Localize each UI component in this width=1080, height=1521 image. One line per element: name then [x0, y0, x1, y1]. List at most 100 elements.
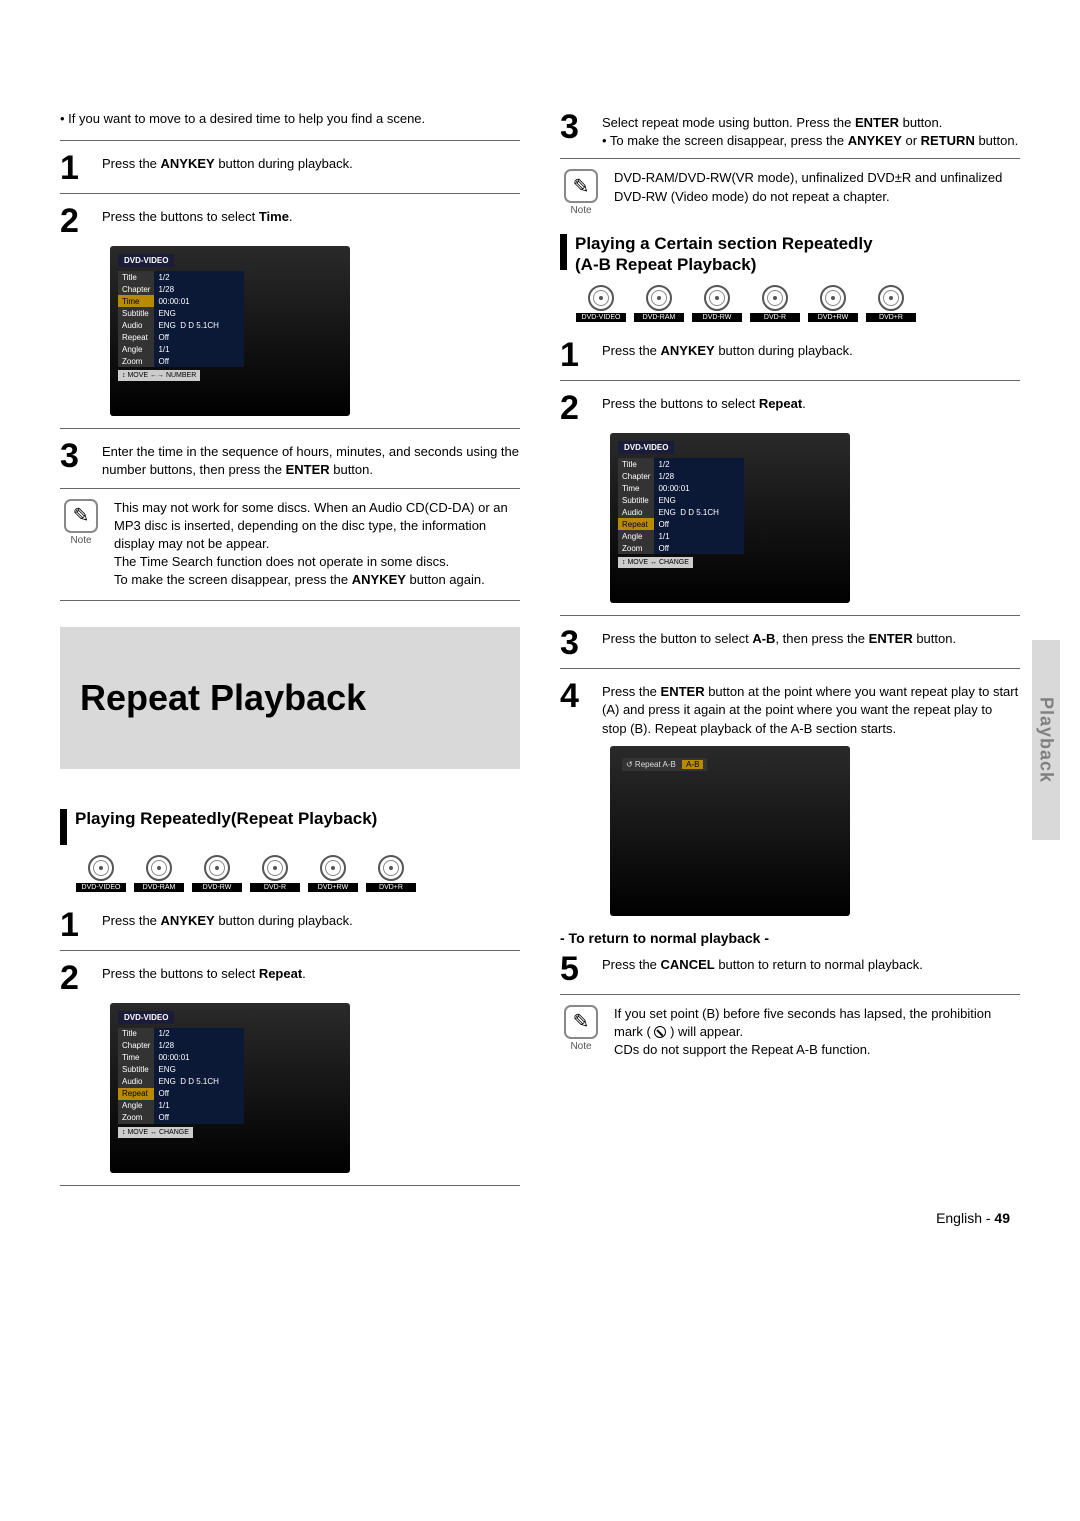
footer-language: English -: [936, 1210, 994, 1226]
note-body: This may not work for some discs. When a…: [114, 499, 520, 590]
disc-icon: [820, 285, 846, 311]
osd-repeat-select-a: DVD-VIDEOTitle1/2Chapter1/28Time00:00:01…: [110, 1003, 520, 1173]
osd-value: ENG D D 5.1CH: [154, 1076, 244, 1088]
disc-type: DVD+R: [366, 855, 416, 892]
side-tab-label: Playback: [1036, 697, 1057, 783]
osd-key: Zoom: [618, 542, 654, 554]
step-text: Press the ANYKEY button during playback.: [602, 338, 1020, 372]
osd-value: 1/28: [154, 1040, 244, 1052]
osd-value: 1/1: [654, 530, 744, 542]
osd-key: Title: [118, 271, 154, 283]
step-number: 1: [60, 908, 90, 942]
step-repeat-a1: 1 Press the ANYKEY button during playbac…: [60, 908, 520, 942]
time-search-intro: • If you want to move to a desired time …: [60, 110, 520, 128]
step-number: 1: [60, 151, 90, 185]
osd-row: Title1/2: [618, 458, 744, 470]
right-column: 3 Select repeat mode using button. Press…: [560, 110, 1020, 1196]
osd-row: AudioENG D D 5.1CH: [618, 506, 744, 518]
osd-key: Repeat: [618, 518, 654, 530]
step-repeat-a3: 3 Select repeat mode using button. Press…: [560, 110, 1020, 150]
osd-footer: ↕ MOVE ↔ CHANGE: [618, 557, 693, 568]
step-text: Press the buttons to select Time.: [102, 204, 520, 238]
osd-value: Off: [154, 1112, 244, 1124]
note-line: To make the screen disappear, press the …: [114, 572, 485, 587]
osd-key: Chapter: [118, 283, 154, 295]
osd-heading: DVD-VIDEO: [118, 1011, 174, 1024]
osd-value: ENG: [154, 1064, 244, 1076]
osd-key: Time: [118, 1052, 154, 1064]
osd-row: RepeatOff: [118, 331, 244, 343]
osd-row: Angle1/1: [118, 343, 244, 355]
note-label: Note: [560, 1041, 602, 1052]
osd-value: 1/1: [154, 343, 244, 355]
pencil-icon: ✎: [564, 169, 598, 203]
osd-key: Audio: [618, 506, 654, 518]
step-number: 5: [560, 952, 590, 986]
divider: [560, 615, 1020, 616]
disc-icon: [320, 855, 346, 881]
section-title: Playing a Certain section Repeatedly(A-B…: [575, 234, 873, 275]
note-line: This may not work for some discs. When a…: [114, 500, 508, 551]
osd-repeat-ab: ↺ Repeat A-B A-B: [610, 746, 1020, 916]
step-ab-2: 2 Press the buttons to select Repeat.: [560, 391, 1020, 425]
section-ab-repeat: Playing a Certain section Repeatedly(A-B…: [560, 234, 1020, 275]
step-time-1: 1 Press the ANYKEY button during playbac…: [60, 151, 520, 185]
note-icon-wrap: ✎ Note: [560, 169, 602, 216]
osd-row: ZoomOff: [118, 355, 244, 367]
note-line: ) will appear.: [670, 1024, 743, 1039]
section-title: Playing Repeatedly(Repeat Playback): [75, 809, 377, 829]
disc-label: DVD-RW: [692, 313, 742, 322]
disc-icon: [88, 855, 114, 881]
osd-value: 1/2: [154, 1028, 244, 1040]
osd-value: 1/28: [654, 470, 744, 482]
osd-key: Zoom: [118, 355, 154, 367]
section-bar-icon: [60, 809, 67, 845]
osd-key: Repeat: [118, 1088, 154, 1100]
osd-key: Angle: [118, 1100, 154, 1112]
osd-value: 1/1: [154, 1100, 244, 1112]
section-bar-icon: [560, 234, 567, 270]
osd-row: AudioENG D D 5.1CH: [118, 1076, 244, 1088]
note-label: Note: [60, 535, 102, 546]
divider: [560, 994, 1020, 995]
divider: [60, 950, 520, 951]
osd-row: SubtitleENG: [618, 494, 744, 506]
divider: [60, 428, 520, 429]
disc-label: DVD-RAM: [634, 313, 684, 322]
disc-icon: [588, 285, 614, 311]
step-ab-1: 1 Press the ANYKEY button during playbac…: [560, 338, 1020, 372]
osd-key: Subtitle: [618, 494, 654, 506]
step-text: Press the CANCEL button to return to nor…: [602, 952, 1020, 986]
disc-icon: [646, 285, 672, 311]
disc-type: DVD+RW: [808, 285, 858, 322]
step-number: 2: [60, 204, 90, 238]
step-number: 4: [560, 679, 590, 738]
osd-value: ENG D D 5.1CH: [654, 506, 744, 518]
osd-key: Audio: [118, 1076, 154, 1088]
note-repeat-chapter: ✎ Note DVD-RAM/DVD-RW(VR mode), unfinali…: [560, 169, 1020, 216]
disc-icon: [704, 285, 730, 311]
disc-type: DVD-RAM: [634, 285, 684, 322]
step-text: Press the ANYKEY button during playback.: [102, 908, 520, 942]
osd-key: Chapter: [118, 1040, 154, 1052]
repeat-ab-value: A-B: [682, 760, 703, 769]
osd-row: Chapter1/28: [118, 283, 244, 295]
note-icon-wrap: ✎ Note: [560, 1005, 602, 1060]
note-body: DVD-RAM/DVD-RW(VR mode), unfinalized DVD…: [614, 169, 1020, 216]
osd-time-select: DVD-VIDEOTitle1/2Chapter1/28Time00:00:01…: [110, 246, 520, 416]
disc-icon: [146, 855, 172, 881]
step-number: 1: [560, 338, 590, 372]
step-text: Press the buttons to select Repeat.: [602, 391, 1020, 425]
osd-value: ENG D D 5.1CH: [154, 319, 244, 331]
step-text: Select repeat mode using button. Press t…: [602, 110, 1020, 150]
disc-type: DVD-VIDEO: [576, 285, 626, 322]
divider: [60, 488, 520, 489]
osd-footer: ↕ MOVE ←→ NUMBER: [118, 370, 200, 381]
osd-value: Off: [154, 355, 244, 367]
note-line: The Time Search function does not operat…: [114, 554, 449, 569]
step-text: Press the button to select A-B, then pre…: [602, 626, 1020, 660]
note-label: Note: [560, 205, 602, 216]
disc-label: DVD+RW: [808, 313, 858, 322]
step-ab-5: 5 Press the CANCEL button to return to n…: [560, 952, 1020, 986]
osd-key: Angle: [118, 343, 154, 355]
